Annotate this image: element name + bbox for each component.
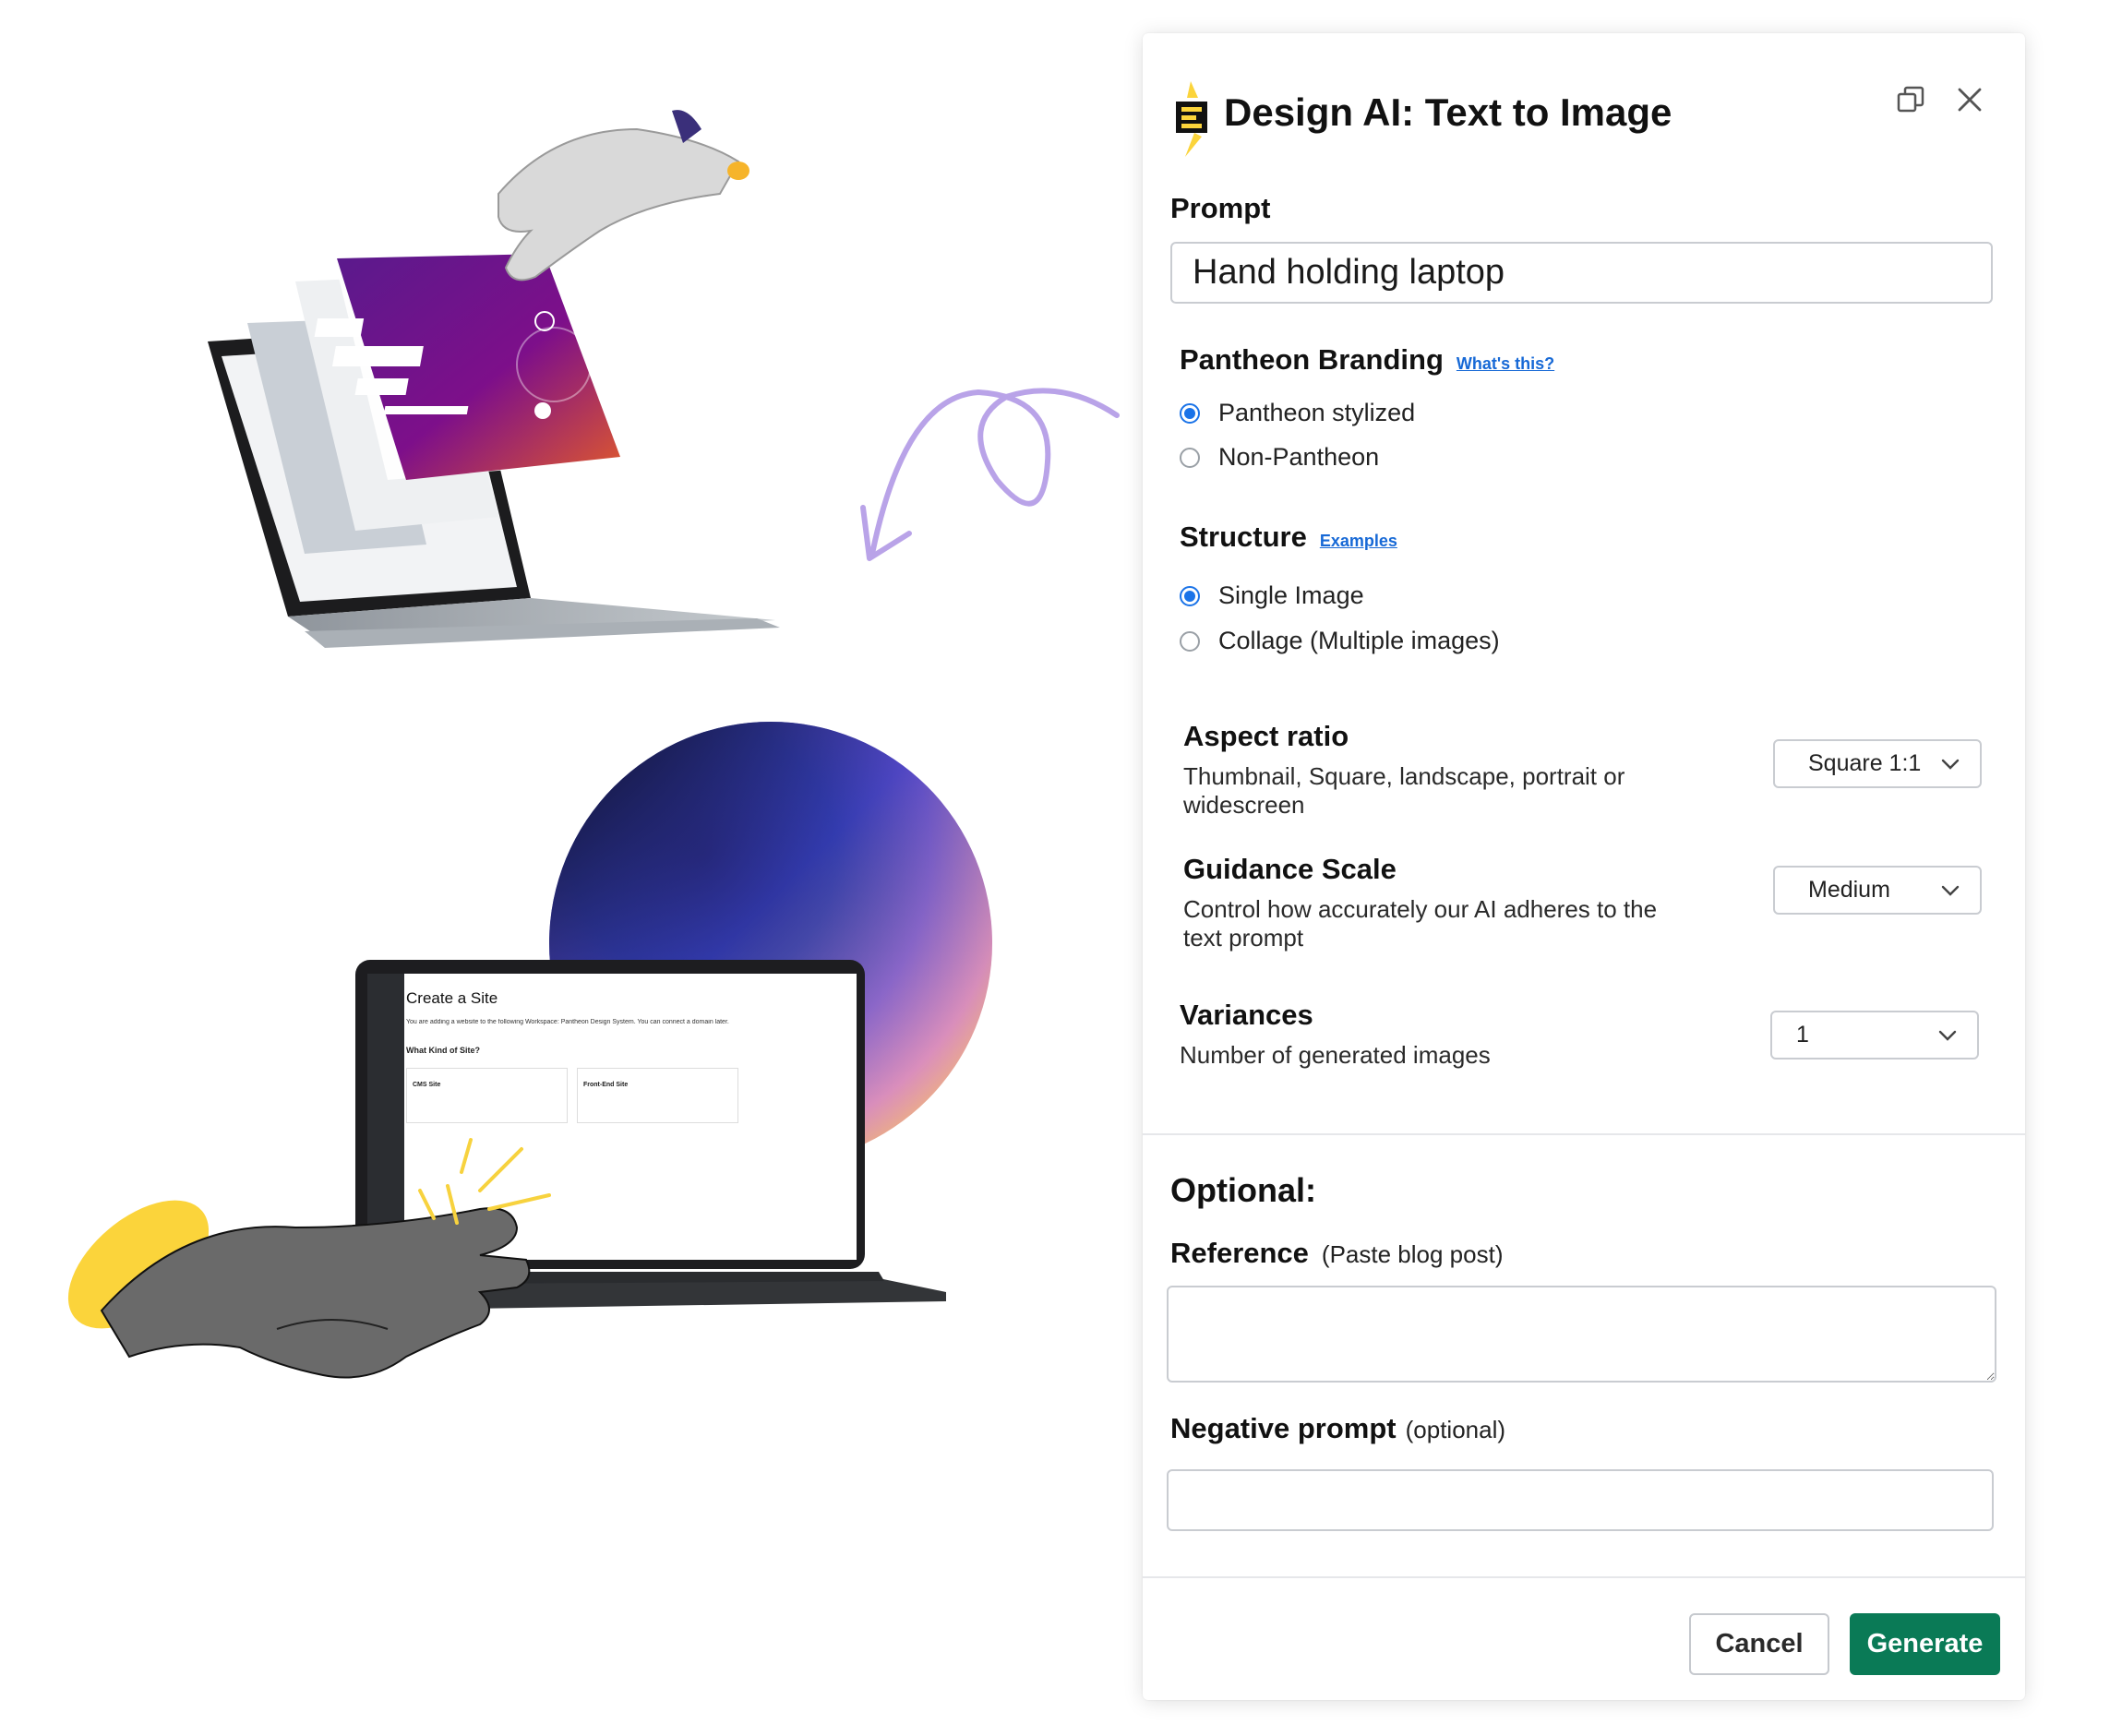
screen-card-cms-title: CMS Site bbox=[413, 1082, 441, 1088]
aspect-ratio-description: Thumbnail, Square, landscape, portrait o… bbox=[1183, 762, 1625, 819]
guidance-scale-label: Guidance Scale bbox=[1183, 853, 1397, 885]
close-button[interactable] bbox=[1951, 81, 1988, 118]
optional-heading: Optional: bbox=[1170, 1171, 1316, 1209]
copy-window-icon bbox=[1897, 86, 1924, 113]
branding-header: Pantheon Branding What's this? bbox=[1180, 343, 1554, 377]
structure-label: Structure bbox=[1180, 521, 1307, 553]
footer-divider bbox=[1143, 1576, 2025, 1578]
aspect-ratio-label: Aspect ratio bbox=[1183, 720, 1349, 752]
screen-ui: Create a Site You are adding a website t… bbox=[406, 989, 849, 1123]
radio-button-selected[interactable] bbox=[1180, 402, 1200, 424]
structure-header: Structure Examples bbox=[1180, 521, 1397, 554]
negative-prompt-header: Negative prompt (optional) bbox=[1170, 1412, 1505, 1445]
radio-label: Pantheon stylized bbox=[1218, 399, 1416, 426]
screen-card-frontend-title: Front-End Site bbox=[583, 1082, 629, 1088]
negative-prompt-input[interactable] bbox=[1167, 1469, 1994, 1531]
prompt-label: Prompt bbox=[1170, 192, 1271, 224]
variances-label: Variances bbox=[1180, 999, 1313, 1031]
radio-label: Collage (Multiple images) bbox=[1218, 627, 1500, 654]
radio-non-pantheon[interactable]: Non-Pantheon bbox=[1180, 443, 1379, 472]
pantheon-logo-icon bbox=[1176, 81, 1207, 157]
screen-question: What Kind of Site? bbox=[406, 1046, 480, 1055]
radio-label: Single Image bbox=[1218, 581, 1364, 609]
curly-arrow-decoration bbox=[869, 388, 1120, 557]
whats-this-link[interactable]: What's this? bbox=[1457, 354, 1554, 374]
illustration-canvas bbox=[67, 110, 1120, 1379]
chevron-down-icon bbox=[1938, 1030, 1957, 1041]
branding-label: Pantheon Branding bbox=[1180, 343, 1444, 376]
radio-button-selected[interactable] bbox=[1180, 585, 1200, 606]
arrow-head-decoration bbox=[860, 505, 912, 561]
generate-button[interactable]: Generate bbox=[1850, 1613, 2000, 1675]
aspect-ratio-value: Square 1:1 bbox=[1808, 750, 1922, 776]
guidance-scale-description: Control how accurately our AI adheres to… bbox=[1183, 895, 1658, 952]
screen-subtitle: You are adding a website to the followin… bbox=[406, 1019, 729, 1025]
variances-description: Number of generated images bbox=[1180, 1041, 1491, 1069]
screen-title: Create a Site bbox=[406, 989, 498, 1007]
radio-collage[interactable]: Collage (Multiple images) bbox=[1180, 627, 1500, 655]
cancel-button[interactable]: Cancel bbox=[1689, 1613, 1829, 1675]
reference-hint: (Paste blog post) bbox=[1321, 1240, 1504, 1268]
section-divider bbox=[1143, 1133, 2025, 1135]
dialog-title: Design AI: Text to Image bbox=[1224, 90, 1672, 134]
variances-select[interactable]: 1 bbox=[1770, 1011, 1979, 1060]
hero-illustration: Create a Site You are adding a website t… bbox=[0, 0, 1135, 1731]
popout-button[interactable] bbox=[1892, 81, 1929, 118]
radio-button[interactable] bbox=[1180, 447, 1200, 468]
reference-label: Reference bbox=[1170, 1237, 1309, 1269]
reference-textarea[interactable] bbox=[1167, 1286, 1996, 1383]
guidance-scale-select[interactable]: Medium bbox=[1773, 866, 1982, 915]
close-icon bbox=[1958, 88, 1982, 112]
negative-prompt-hint: (optional) bbox=[1405, 1416, 1506, 1443]
guidance-scale-value: Medium bbox=[1808, 877, 1890, 903]
radio-label: Non-Pantheon bbox=[1218, 443, 1380, 471]
text-to-image-dialog: Design AI: Text to Image Prompt Pantheon… bbox=[1143, 33, 2025, 1700]
radio-single-image[interactable]: Single Image bbox=[1180, 581, 1364, 610]
screen-card-cms: CMS Site bbox=[406, 1068, 568, 1123]
negative-prompt-label: Negative prompt bbox=[1170, 1412, 1397, 1444]
chevron-down-icon bbox=[1941, 759, 1960, 770]
radio-button[interactable] bbox=[1180, 630, 1200, 652]
prompt-input[interactable] bbox=[1170, 242, 1993, 304]
radio-pantheon-stylized[interactable]: Pantheon stylized bbox=[1180, 399, 1415, 427]
chevron-down-icon bbox=[1941, 885, 1960, 896]
reference-header: Reference (Paste blog post) bbox=[1170, 1237, 1503, 1270]
variances-value: 1 bbox=[1796, 1022, 1809, 1048]
aspect-ratio-select[interactable]: Square 1:1 bbox=[1773, 739, 1982, 788]
floating-laptop-illustration bbox=[208, 110, 780, 648]
examples-link[interactable]: Examples bbox=[1320, 532, 1397, 551]
screen-card-frontend: Front-End Site bbox=[577, 1068, 738, 1123]
